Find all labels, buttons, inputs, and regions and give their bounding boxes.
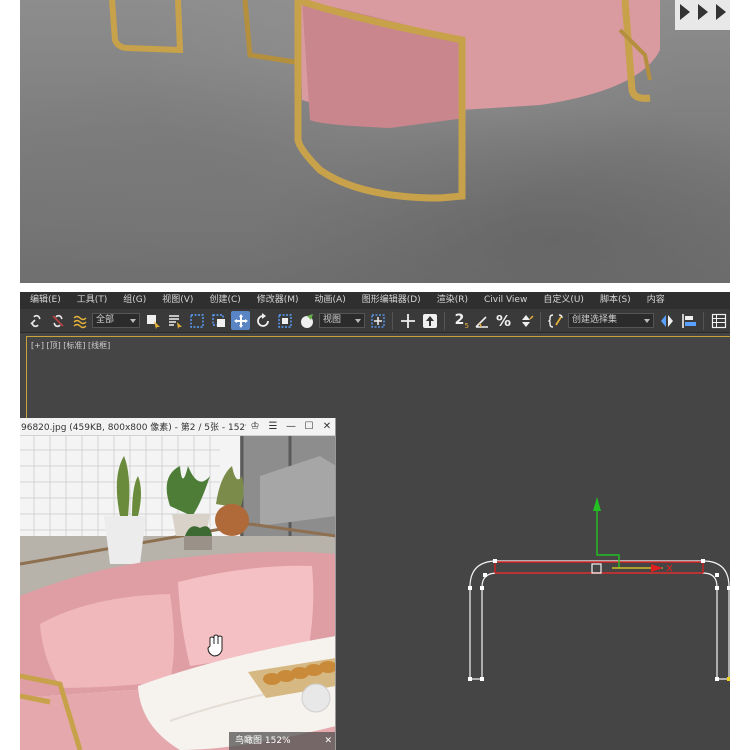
first-vertex[interactable] [727,677,730,681]
menu-edit[interactable]: 编辑(E) [20,292,61,309]
menu-civil-view[interactable]: Civil View [474,292,527,309]
select-by-name-icon[interactable] [165,311,184,330]
zoom-badge-close-icon[interactable]: ✕ [324,732,332,750]
sofa-photo-top [20,0,730,283]
menu-icon[interactable]: ☰ [264,418,282,435]
menu-customize[interactable]: 自定义(U) [533,292,584,309]
menu-bar: 编辑(E) 工具(T) 组(G) 视图(V) 创建(C) 修改器(M) 动画(A… [20,292,730,309]
reference-coord-dropdown[interactable]: 视图 [319,313,365,328]
rotate-icon[interactable] [253,311,272,330]
menu-animation[interactable]: 动画(A) [305,292,346,309]
viewer-titlebar[interactable]: 96820.jpg (459KB, 800x800 像素) - 第2 / 5张 … [20,418,335,436]
menu-modifiers[interactable]: 修改器(M) [247,292,299,309]
shirt-icon[interactable]: ♔ [246,418,264,435]
spline-shape[interactable] [469,560,730,680]
spinner-snap-icon[interactable] [516,311,535,330]
sofa-room-drawing [20,436,335,750]
sofa-photo-drawing [109,0,730,202]
rect-selection-icon[interactable] [187,311,206,330]
menu-tools[interactable]: 工具(T) [67,292,108,309]
menu-rendering[interactable]: 渲染(R) [427,292,468,309]
toolbar-separator [392,311,393,330]
select-manipulate-icon[interactable] [398,311,417,330]
snap-toggle-icon[interactable]: 2 5 [450,311,469,330]
named-selection-dropdown[interactable]: 创建选择集 [568,313,654,328]
select-object-icon[interactable] [143,311,162,330]
edit-named-selection-icon[interactable] [546,311,565,330]
close-button[interactable]: ✕ [318,418,335,435]
bind-spacewarp-icon[interactable] [70,311,89,330]
minimize-button[interactable]: — [282,418,300,435]
selection-filter-dropdown[interactable]: 全部 [92,313,140,328]
cursor-hand-icon [207,634,223,657]
align-icon[interactable] [679,311,698,330]
maximize-button[interactable]: ☐ [300,418,318,435]
percent-snap-icon[interactable]: % [494,311,513,330]
snap-toggle-sub: 5 [464,322,469,330]
scene-explorer-icon[interactable] [709,311,728,330]
pot-terracotta [215,504,249,536]
menu-views[interactable]: 视图(V) [152,292,193,309]
menu-graph-editors[interactable]: 图形编辑器(D) [352,292,421,309]
move-icon[interactable] [231,311,250,330]
use-pivot-icon[interactable] [368,311,387,330]
window-crossing-icon[interactable] [209,311,228,330]
keyboard-shortcut-icon[interactable] [420,311,439,330]
image-viewer-window[interactable]: 96820.jpg (459KB, 800x800 像素) - 第2 / 5张 … [20,418,336,750]
toolbar-separator [703,311,704,330]
menu-group[interactable]: 组(G) [113,292,146,309]
mirror-icon[interactable] [657,311,676,330]
zoom-badge-label: 鸟瞰图 152% [235,736,291,746]
unlink-icon[interactable] [48,311,67,330]
chair-leg-center [242,0,296,65]
viewer-title: 96820.jpg (459KB, 800x800 像素) - 第2 / 5张 … [21,423,246,433]
toolbar-separator [444,311,445,330]
menu-scripting[interactable]: 脚本(S) [590,292,631,309]
place-icon[interactable] [297,311,316,330]
percent-snap-glyph: % [495,311,512,330]
scale-icon[interactable] [275,311,294,330]
angle-snap-icon[interactable] [472,311,491,330]
chair-leg-left [109,0,184,54]
pot-small [184,536,212,550]
link-icon[interactable] [26,311,45,330]
glass-plate [301,683,331,713]
spline-vertices[interactable] [468,559,730,681]
main-toolbar: 全部 视图 2 5 % 创建选择集 [20,309,730,333]
toolbar-separator [540,311,541,330]
menu-content[interactable]: 内容 [637,292,665,309]
viewer-image[interactable] [20,436,335,750]
snap-toggle-label: 2 [454,312,465,328]
pot-white [104,516,146,564]
zoom-badge[interactable]: 鸟瞰图 152% ✕ [229,732,335,750]
menu-create[interactable]: 创建(C) [199,292,240,309]
